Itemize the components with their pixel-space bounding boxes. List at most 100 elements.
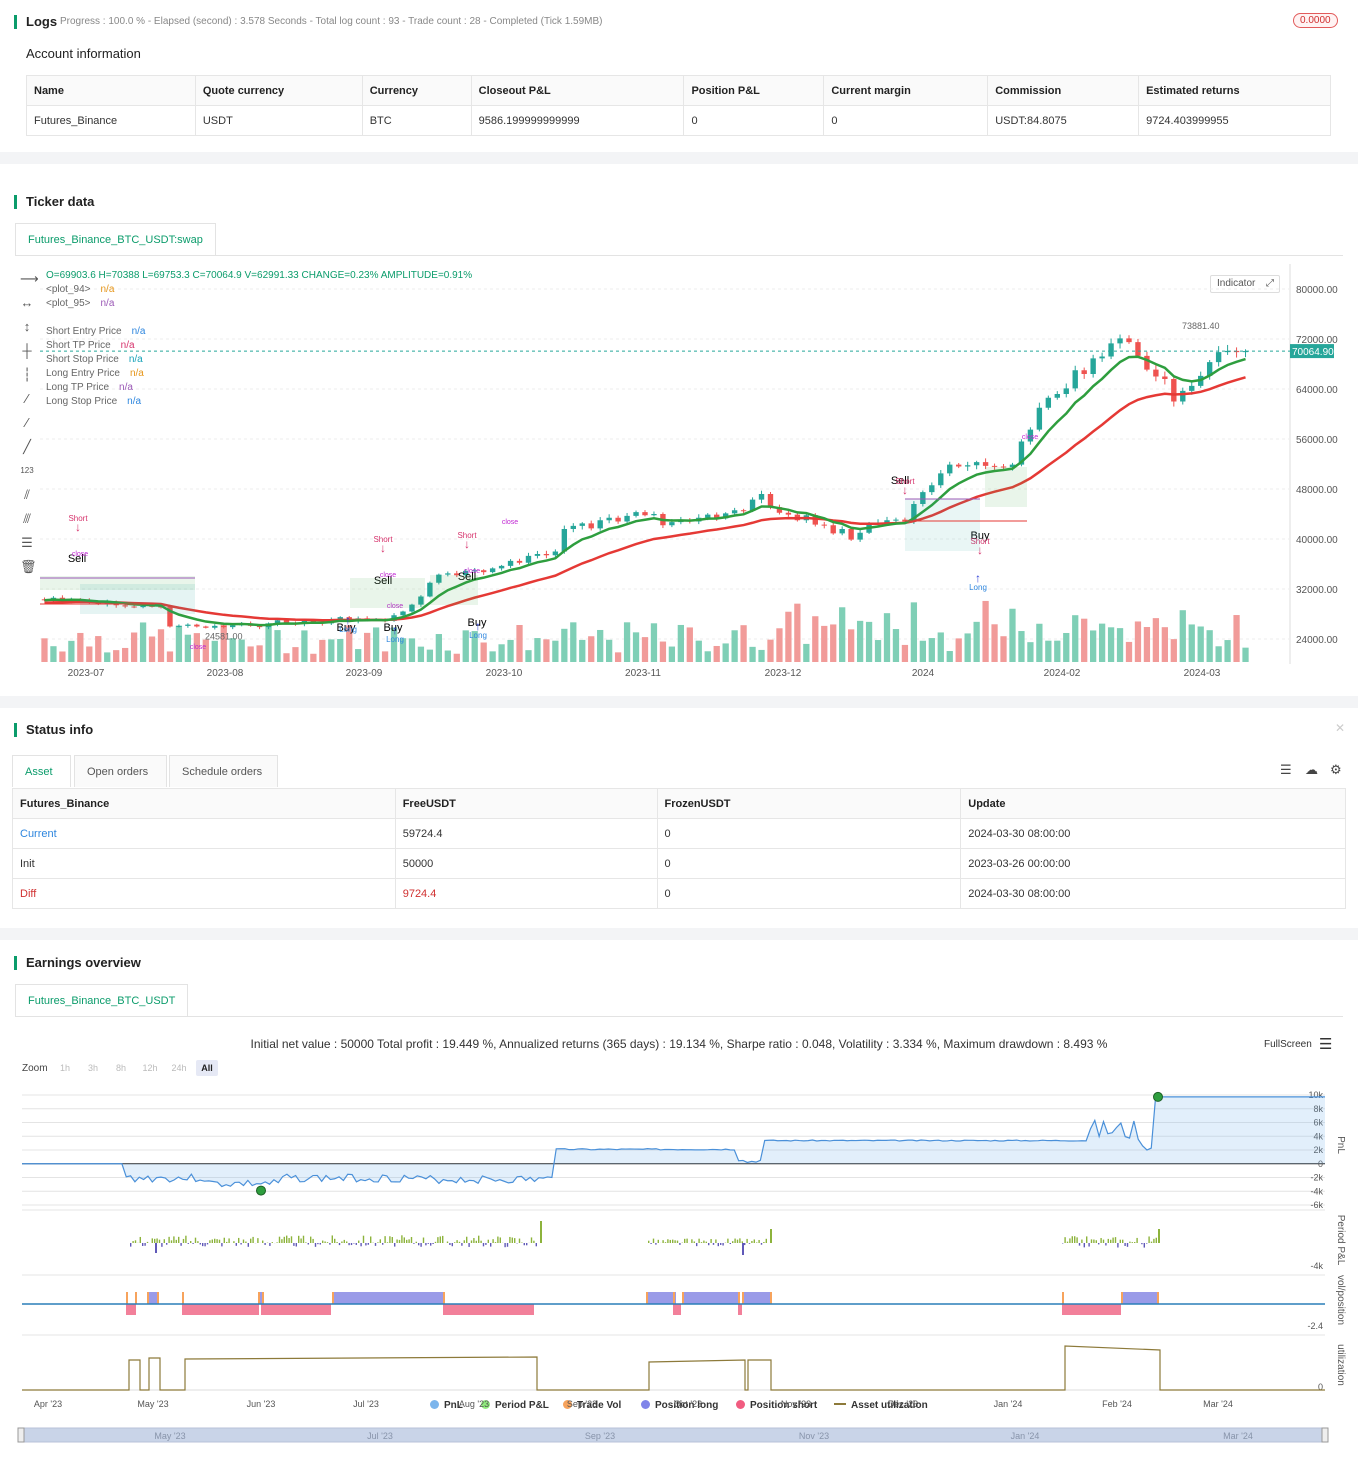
- volume-bar: [1188, 624, 1195, 662]
- navigator-tick: Jul '23: [367, 1431, 393, 1441]
- period-bar: [765, 1238, 767, 1243]
- gear-icon[interactable]: ⚙: [1330, 762, 1342, 778]
- candle-body: [1162, 376, 1168, 379]
- time-tick: Aug '23: [459, 1399, 489, 1409]
- price-tick: 80000.00: [1296, 285, 1338, 296]
- period-bar: [250, 1238, 252, 1243]
- trade-vol-bar: [332, 1292, 334, 1304]
- volume-bar: [1000, 636, 1007, 662]
- position-long-bar: [332, 1292, 443, 1304]
- table-cell: 2024-03-30 08:00:00: [960, 878, 1346, 909]
- period-bar: [204, 1243, 206, 1247]
- legend-label: Long Entry Price: [46, 368, 120, 379]
- period-bar: [521, 1242, 523, 1243]
- period-bar: [742, 1243, 744, 1255]
- period-bar: [478, 1235, 480, 1243]
- column-header: Commission: [987, 75, 1140, 106]
- candle-body: [991, 465, 998, 467]
- period-bar: [494, 1242, 497, 1243]
- close-signal-label: close: [464, 568, 480, 575]
- candle-body: [230, 625, 236, 628]
- candle-body: [1144, 355, 1150, 370]
- period-bar: [216, 1239, 218, 1243]
- period-bar: [355, 1243, 357, 1245]
- navigator-range[interactable]: [21, 1427, 1327, 1443]
- period-bar: [1146, 1243, 1148, 1244]
- volume-bar: [148, 636, 156, 662]
- volume-bar: [59, 651, 66, 662]
- tab-asset[interactable]: Asset: [12, 755, 71, 787]
- column-header: Quote currency: [194, 75, 363, 106]
- period-bar: [370, 1236, 372, 1243]
- period-bar: [307, 1243, 309, 1245]
- period-bar: [712, 1243, 715, 1245]
- price-tick: 32000.00: [1296, 585, 1338, 596]
- navigator-right-handle[interactable]: [1321, 1427, 1329, 1443]
- column-header: Currency: [361, 75, 472, 106]
- volume-bar: [310, 653, 317, 662]
- period-bar: [485, 1243, 487, 1245]
- position-short-bar: [738, 1304, 742, 1315]
- table-cell: 9724.403999955: [1138, 105, 1331, 136]
- panel-label: utilization: [1335, 1344, 1346, 1386]
- period-bar: [310, 1236, 312, 1243]
- price-tick: 64000.00: [1296, 385, 1338, 396]
- period-bar: [1153, 1238, 1155, 1243]
- candle-body: [400, 611, 406, 616]
- candle-body: [489, 568, 496, 573]
- table-row: Futures_Binance USDT BTC 9586.199999999999 0…: [26, 105, 1331, 136]
- volume-bar: [803, 643, 810, 662]
- volume-bar: [1134, 621, 1142, 662]
- candle-body: [839, 529, 845, 534]
- legend-value: n/a: [127, 396, 142, 407]
- period-bar: [170, 1240, 173, 1243]
- volume-bar: [1045, 640, 1052, 662]
- period-bar: [679, 1243, 681, 1245]
- time-tick: 2023-10: [486, 668, 523, 679]
- period-bar: [744, 1243, 746, 1246]
- time-tick: Nov '23: [781, 1399, 811, 1409]
- candle-body: [543, 554, 550, 556]
- short-arrow-icon: ↓: [380, 541, 386, 555]
- candle-body: [221, 625, 227, 628]
- volume-bar: [955, 638, 962, 662]
- period-bar: [540, 1221, 542, 1243]
- period-bar: [132, 1241, 134, 1243]
- period-bar: [1124, 1243, 1126, 1246]
- period-bar: [163, 1239, 165, 1243]
- navigator-left-handle[interactable]: [17, 1427, 25, 1443]
- profit-badge: 0.0000: [1293, 13, 1338, 28]
- volume-bar: [821, 625, 828, 662]
- candle-body: [194, 624, 200, 627]
- period-bar: [741, 1241, 743, 1243]
- period-bar: [295, 1243, 297, 1247]
- collapse-icon[interactable]: ✕: [1335, 721, 1345, 735]
- period-bar: [482, 1243, 485, 1247]
- period-bar: [1083, 1243, 1085, 1248]
- volume-bar: [462, 630, 469, 662]
- trade-zone-box: [985, 467, 1027, 507]
- list-icon[interactable]: ☰: [1280, 762, 1292, 778]
- candle-body: [964, 465, 971, 467]
- volume-bar: [839, 607, 846, 662]
- earnings-chart[interactable]: 10k8k6k4k2k0-2k-4k-6k-4k-2.40PnLPeriod P…: [0, 940, 1358, 1466]
- candle-body: [857, 532, 863, 540]
- legend-label: <plot_95>: [46, 298, 91, 309]
- trade-zone-box: [430, 575, 478, 605]
- tab-schedule-orders[interactable]: Schedule orders: [169, 755, 278, 787]
- candle-body: [1045, 397, 1052, 408]
- candlestick-chart[interactable]: 80000.0072000.0064000.0056000.0048000.00…: [0, 164, 1358, 696]
- volume-bar: [991, 624, 998, 662]
- tab-open-orders[interactable]: Open orders: [74, 755, 167, 787]
- volume-bar: [319, 639, 326, 662]
- period-bar: [425, 1243, 427, 1246]
- table-cell: Current: [12, 818, 396, 849]
- download-icon[interactable]: ☁: [1305, 762, 1318, 778]
- period-bar: [377, 1242, 379, 1243]
- table-cell: 0: [823, 105, 989, 136]
- period-bar: [449, 1243, 451, 1246]
- period-bar: [693, 1241, 695, 1243]
- candle-body: [1063, 388, 1069, 394]
- candle-body: [947, 464, 953, 474]
- candle-body: [624, 515, 630, 522]
